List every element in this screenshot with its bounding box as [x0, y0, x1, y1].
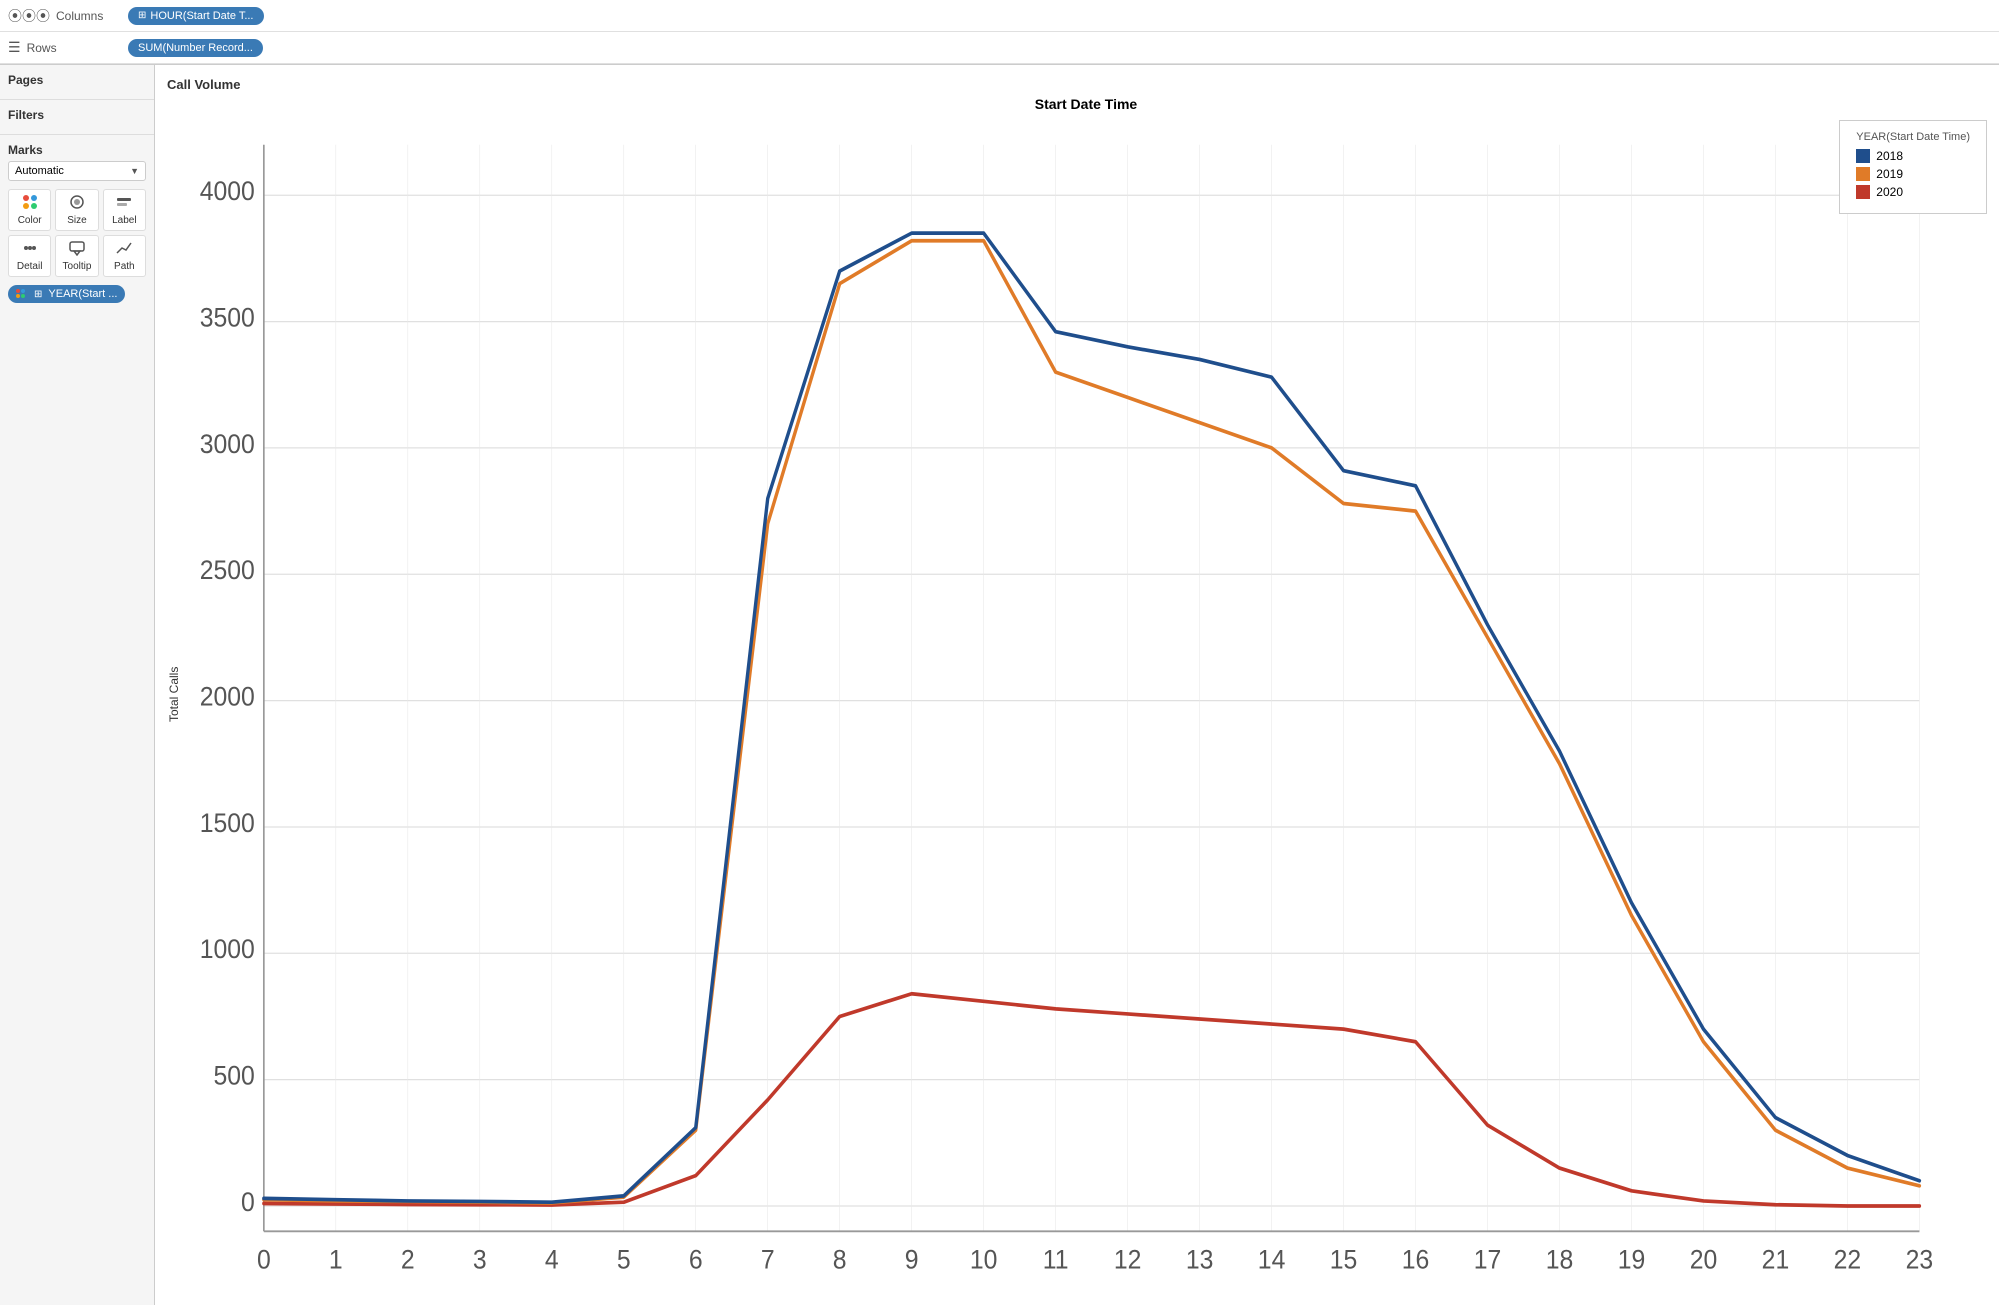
- path-button[interactable]: Path: [103, 235, 146, 277]
- svg-text:7: 7: [761, 1243, 775, 1274]
- color-button[interactable]: Color: [8, 189, 51, 231]
- svg-text:16: 16: [1402, 1243, 1430, 1274]
- rows-row: ☰ Rows SUM(Number Record...: [0, 32, 1999, 64]
- left-panel: Pages Filters Marks Automatic ▼: [0, 65, 155, 1305]
- rows-pill[interactable]: SUM(Number Record...: [128, 39, 263, 57]
- legend-label-2020: 2020: [1876, 185, 1903, 199]
- marks-section: Marks Automatic ▼ Color: [0, 135, 154, 311]
- columns-label: ⦿⦿⦿ Columns: [8, 6, 128, 26]
- year-pill-label: YEAR(Start ...: [48, 288, 117, 300]
- svg-text:17: 17: [1474, 1243, 1502, 1274]
- size-icon: [69, 194, 85, 213]
- chart-area: Call Volume Total Calls Start Date Time …: [155, 65, 1999, 1305]
- legend-item-2020: 2020: [1856, 185, 1970, 199]
- legend-color-2018: [1856, 149, 1870, 163]
- color-icon: [22, 194, 38, 213]
- legend: YEAR(Start Date Time) 2018 2019 2020: [1839, 120, 1987, 214]
- svg-text:1000: 1000: [200, 933, 255, 964]
- svg-text:3000: 3000: [200, 428, 255, 459]
- svg-text:12: 12: [1114, 1243, 1142, 1274]
- y-axis-label: Total Calls: [167, 96, 181, 1293]
- size-button[interactable]: Size: [55, 189, 98, 231]
- rows-label: ☰ Rows: [8, 39, 128, 56]
- marks-dropdown-label: Automatic: [15, 165, 64, 177]
- columns-icon: ⦿⦿⦿: [8, 6, 50, 26]
- tooltip-button[interactable]: Tooltip: [55, 235, 98, 277]
- legend-label-2018: 2018: [1876, 149, 1903, 163]
- label-button[interactable]: Label: [103, 189, 146, 231]
- pages-title: Pages: [8, 73, 146, 87]
- svg-text:1: 1: [329, 1243, 343, 1274]
- svg-text:9: 9: [905, 1243, 919, 1274]
- path-icon: [116, 240, 132, 259]
- columns-pill-icon: ⊞: [138, 10, 146, 21]
- svg-text:5: 5: [617, 1243, 631, 1274]
- label-label: Label: [112, 215, 136, 226]
- svg-text:2500: 2500: [200, 554, 255, 585]
- year-pill-icon: ⊞: [34, 289, 42, 300]
- legend-color-2019: [1856, 167, 1870, 181]
- detail-label: Detail: [17, 261, 43, 272]
- chart-x-title: Start Date Time: [185, 96, 1987, 112]
- rows-icon: ☰: [8, 39, 21, 56]
- svg-text:3: 3: [473, 1243, 487, 1274]
- svg-text:0: 0: [241, 1186, 255, 1217]
- chevron-down-icon: ▼: [130, 166, 139, 176]
- legend-item-2019: 2019: [1856, 167, 1970, 181]
- svg-text:10: 10: [970, 1243, 998, 1274]
- marks-dropdown[interactable]: Automatic ▼: [8, 161, 146, 181]
- tooltip-label: Tooltip: [63, 261, 92, 272]
- filters-section: Filters: [0, 100, 154, 135]
- svg-text:3500: 3500: [200, 301, 255, 332]
- svg-text:4000: 4000: [200, 175, 255, 206]
- legend-color-2020: [1856, 185, 1870, 199]
- chart-svg-area: 0500100015002000250030003500400001234567…: [185, 120, 1987, 1293]
- marks-title: Marks: [8, 143, 146, 157]
- svg-text:22: 22: [1834, 1243, 1862, 1274]
- legend-title: YEAR(Start Date Time): [1856, 131, 1970, 143]
- svg-text:14: 14: [1258, 1243, 1286, 1274]
- path-label: Path: [114, 261, 135, 272]
- pages-section: Pages: [0, 65, 154, 100]
- legend-label-2019: 2019: [1876, 167, 1903, 181]
- chart-title: Call Volume: [167, 77, 1987, 92]
- columns-text: Columns: [56, 9, 103, 23]
- svg-text:15: 15: [1330, 1243, 1358, 1274]
- label-icon: [116, 194, 132, 213]
- svg-text:13: 13: [1186, 1243, 1214, 1274]
- svg-text:0: 0: [257, 1243, 271, 1274]
- rows-text: Rows: [27, 41, 57, 55]
- svg-text:2000: 2000: [200, 680, 255, 711]
- legend-item-2018: 2018: [1856, 149, 1970, 163]
- svg-text:8: 8: [833, 1243, 847, 1274]
- color-label: Color: [18, 215, 42, 226]
- svg-text:2: 2: [401, 1243, 415, 1274]
- svg-text:18: 18: [1546, 1243, 1574, 1274]
- chart-container: Total Calls Start Date Time 0 500 1000 1500…: [167, 96, 1987, 1293]
- svg-text:19: 19: [1618, 1243, 1646, 1274]
- size-label: Size: [67, 215, 86, 226]
- tooltip-icon: [69, 240, 85, 259]
- svg-text:21: 21: [1762, 1243, 1790, 1274]
- svg-text:4: 4: [545, 1243, 559, 1274]
- svg-text:500: 500: [214, 1060, 255, 1091]
- filters-title: Filters: [8, 108, 146, 122]
- chart-inner: Start Date Time 0 500 1000 1500 2000 2500 3000…: [185, 96, 1987, 1293]
- chart-svg: 0500100015002000250030003500400001234567…: [185, 120, 1987, 1293]
- year-pill[interactable]: ⊞ YEAR(Start ...: [8, 285, 125, 303]
- top-bar: ⦿⦿⦿ Columns ⊞ HOUR(Start Date T... ☰ Row…: [0, 0, 1999, 65]
- marks-buttons: Color Size: [8, 189, 146, 277]
- svg-text:23: 23: [1906, 1243, 1934, 1274]
- svg-text:6: 6: [689, 1243, 703, 1274]
- columns-pill[interactable]: ⊞ HOUR(Start Date T...: [128, 7, 264, 25]
- detail-button[interactable]: Detail: [8, 235, 51, 277]
- columns-row: ⦿⦿⦿ Columns ⊞ HOUR(Start Date T...: [0, 0, 1999, 32]
- svg-text:20: 20: [1690, 1243, 1718, 1274]
- main-area: Pages Filters Marks Automatic ▼: [0, 65, 1999, 1305]
- svg-text:1500: 1500: [200, 807, 255, 838]
- detail-icon: [22, 240, 38, 259]
- svg-text:11: 11: [1043, 1243, 1069, 1274]
